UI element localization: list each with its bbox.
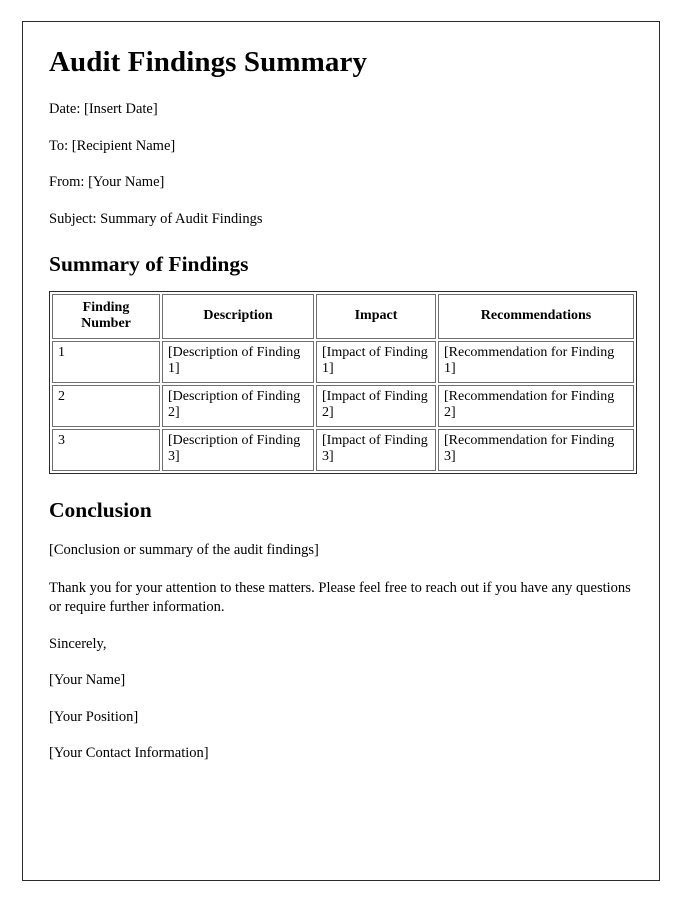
signoff-sincerely: Sincerely, [49,635,107,652]
column-header-recommendations: Recommendations [438,293,634,339]
cell-finding-number: 2 [52,384,160,427]
table-row: 1 [Description of Finding 1] [Impact of … [52,340,634,383]
cell-recommendation: [Recommendation for Finding 1] [438,340,634,383]
cell-finding-number: 3 [52,428,160,471]
column-header-impact: Impact [316,293,436,339]
conclusion-placeholder: [Conclusion or summary of the audit find… [49,541,319,558]
table-row: 2 [Description of Finding 2] [Impact of … [52,384,634,427]
table-row: 3 [Description of Finding 3] [Impact of … [52,428,634,471]
document-page: Audit Findings Summary Date: [Insert Dat… [22,21,660,881]
cell-impact: [Impact of Finding 2] [316,384,436,427]
summary-of-findings-heading: Summary of Findings [49,251,249,276]
cell-description: [Description of Finding 2] [162,384,314,427]
column-header-description: Description [162,293,314,339]
conclusion-heading: Conclusion [49,497,152,522]
document-body: Audit Findings Summary Date: [Insert Dat… [23,22,659,762]
meta-to: To: [Recipient Name] [49,137,176,154]
cell-description: [Description of Finding 1] [162,340,314,383]
table-header-row: Finding Number Description Impact Recomm… [52,293,634,339]
meta-from: From: [Your Name] [49,174,165,191]
signoff-position: [Your Position] [49,708,139,725]
signoff-contact: [Your Contact Information] [49,745,209,762]
column-header-finding-number: Finding Number [52,293,160,339]
meta-subject: Subject: Summary of Audit Findings [49,210,263,227]
conclusion-thanks-paragraph: Thank you for your attention to these ma… [49,579,631,615]
cell-recommendation: [Recommendation for Finding 2] [438,384,634,427]
cell-finding-number: 1 [52,340,160,383]
page-title: Audit Findings Summary [49,46,368,78]
findings-table: Finding Number Description Impact Recomm… [49,290,637,474]
cell-impact: [Impact of Finding 1] [316,340,436,383]
cell-impact: [Impact of Finding 3] [316,428,436,471]
cell-description: [Description of Finding 3] [162,428,314,471]
cell-recommendation: [Recommendation for Finding 3] [438,428,634,471]
signoff-name: [Your Name] [49,672,126,689]
meta-date: Date: [Insert Date] [49,101,158,118]
